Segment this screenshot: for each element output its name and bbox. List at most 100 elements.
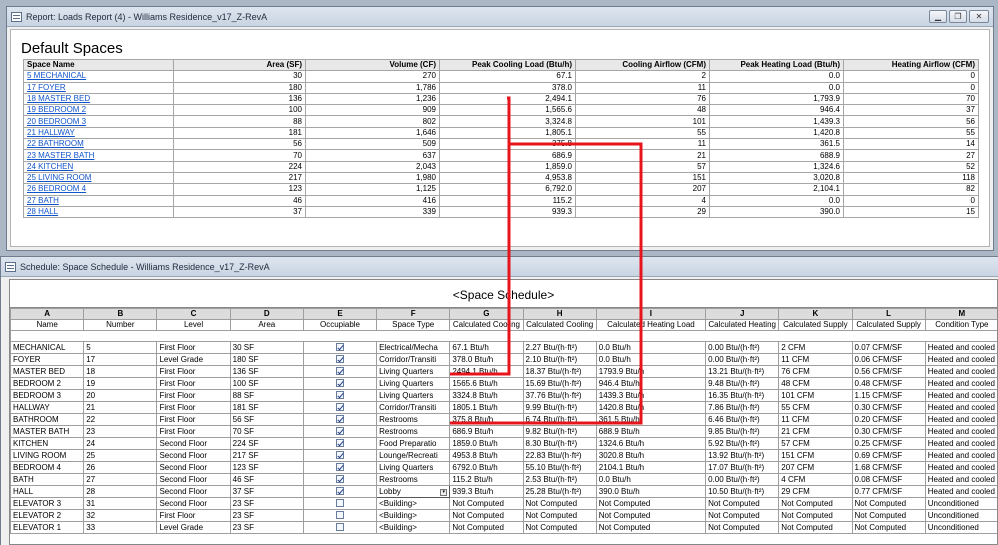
- schedule-cell[interactable]: Not Computed: [705, 497, 780, 510]
- schedule-cell[interactable]: 4953.8 Btu/h: [449, 449, 524, 462]
- schedule-cell[interactable]: Heated and cooled: [924, 449, 997, 462]
- schedule-cell[interactable]: Second Floor: [156, 437, 231, 450]
- schedule-cell[interactable]: 19: [83, 377, 158, 390]
- occupiable-checkbox[interactable]: [335, 487, 344, 496]
- schedule-cell[interactable]: HALL: [10, 485, 85, 498]
- schedule-cell[interactable]: 0.06 CFM/SF: [851, 353, 926, 366]
- schedule-cell[interactable]: Living Quarters: [376, 365, 451, 378]
- space-link[interactable]: 17 FOYER: [27, 83, 66, 92]
- schedule-cell[interactable]: 5.92 Btu/(h·ft²): [705, 437, 780, 450]
- schedule-cell[interactable]: 8.30 Btu/(h·ft²): [522, 437, 597, 450]
- schedule-cell[interactable]: Heated and cooled: [924, 413, 997, 426]
- schedule-cell[interactable]: 115.2 Btu/h: [449, 473, 524, 486]
- schedule-cell[interactable]: KITCHEN: [10, 437, 85, 450]
- schedule-cell[interactable]: 6792.0 Btu/h: [449, 461, 524, 474]
- schedule-cell[interactable]: 0.07 CFM/SF: [851, 341, 926, 354]
- schedule-cell[interactable]: 6.46 Btu/(h·ft²): [705, 413, 780, 426]
- schedule-col-header[interactable]: Area: [229, 319, 304, 331]
- schedule-cell[interactable]: 21: [83, 401, 158, 414]
- schedule-cell[interactable]: 88 SF: [229, 389, 304, 402]
- schedule-cell[interactable]: 0.30 CFM/SF: [851, 425, 926, 438]
- schedule-cell[interactable]: 56 SF: [229, 413, 304, 426]
- schedule-cell[interactable]: Unconditioned: [924, 497, 997, 510]
- space-link[interactable]: 23 MASTER BATH: [27, 151, 94, 160]
- schedule-cell[interactable]: 939.3 Btu/h: [449, 485, 524, 498]
- schedule-cell[interactable]: 22: [83, 413, 158, 426]
- space-link[interactable]: 5 MECHANICAL: [27, 72, 86, 81]
- schedule-cell[interactable]: 26: [83, 461, 158, 474]
- schedule-cell[interactable]: [302, 449, 378, 462]
- schedule-cell[interactable]: 3324.8 Btu/h: [449, 389, 524, 402]
- schedule-cell[interactable]: Second Floor: [156, 449, 231, 462]
- schedule-col-header[interactable]: Name: [10, 319, 85, 331]
- schedule-cell[interactable]: Food Preparatio: [376, 437, 451, 450]
- space-link[interactable]: 21 HALLWAY: [27, 128, 75, 137]
- schedule-col-header[interactable]: Calculated Heating: [705, 319, 780, 331]
- column-letter[interactable]: I: [595, 308, 707, 320]
- schedule-cell[interactable]: Heated and cooled: [924, 473, 997, 486]
- schedule-cell[interactable]: MASTER BED: [10, 365, 85, 378]
- schedule-cell[interactable]: Level Grade: [156, 521, 231, 534]
- schedule-cell[interactable]: 70 SF: [229, 425, 304, 438]
- schedule-cell[interactable]: First Floor: [156, 509, 231, 522]
- schedule-cell[interactable]: 57 CFM: [778, 437, 853, 450]
- schedule-cell[interactable]: Unconditioned: [924, 521, 997, 534]
- schedule-cell[interactable]: Lounge/Recreati: [376, 449, 451, 462]
- schedule-cell[interactable]: 0.30 CFM/SF: [851, 401, 926, 414]
- schedule-cell[interactable]: Restrooms: [376, 413, 451, 426]
- schedule-row[interactable]: ELEVATOR 2 32 First Floor 23 SF <Building> No…: [10, 509, 997, 522]
- schedule-cell[interactable]: 13.21 Btu/(h·ft²): [705, 365, 780, 378]
- schedule-cell[interactable]: <Building>: [376, 497, 451, 510]
- schedule-row[interactable]: BATHROOM 22 First Floor 56 SF Restrooms 375.8…: [10, 413, 997, 426]
- occupiable-checkbox[interactable]: [335, 427, 344, 436]
- schedule-cell[interactable]: Second Floor: [156, 497, 231, 510]
- schedule-cell[interactable]: [302, 521, 378, 534]
- schedule-cell[interactable]: 16.35 Btu/(h·ft²): [705, 389, 780, 402]
- schedule-cell[interactable]: FOYER: [10, 353, 85, 366]
- schedule-cell[interactable]: [302, 413, 378, 426]
- schedule-cell[interactable]: Not Computed: [522, 509, 597, 522]
- schedule-cell[interactable]: Heated and cooled: [924, 485, 997, 498]
- schedule-cell[interactable]: 31: [83, 497, 158, 510]
- schedule-row[interactable]: LIVING ROOM 25 Second Floor 217 SF Lounge/Re…: [10, 449, 997, 462]
- schedule-cell[interactable]: Heated and cooled: [924, 341, 997, 354]
- occupiable-checkbox[interactable]: [335, 439, 344, 448]
- schedule-cell[interactable]: HALLWAY: [10, 401, 85, 414]
- schedule-cell[interactable]: 23 SF: [229, 497, 304, 510]
- schedule-cell[interactable]: 25.28 Btu/(h·ft²): [522, 485, 597, 498]
- column-letter[interactable]: C: [156, 308, 231, 320]
- schedule-cell[interactable]: Second Floor: [156, 485, 231, 498]
- schedule-col-header[interactable]: Calculated Heating Load: [595, 319, 707, 331]
- occupiable-checkbox[interactable]: [335, 343, 344, 352]
- space-link[interactable]: 19 BEDROOM 2: [27, 106, 86, 115]
- schedule-cell[interactable]: 0.00 Btu/(h·ft²): [705, 473, 780, 486]
- schedule-cell[interactable]: 15.69 Btu/(h·ft²): [522, 377, 597, 390]
- column-letter[interactable]: F: [376, 308, 451, 320]
- schedule-cell[interactable]: 9.85 Btu/(h·ft²): [705, 425, 780, 438]
- occupiable-checkbox[interactable]: [335, 367, 344, 376]
- schedule-cell[interactable]: BEDROOM 2: [10, 377, 85, 390]
- schedule-cell[interactable]: [302, 497, 378, 510]
- column-letter[interactable]: K: [778, 308, 853, 320]
- occupiable-checkbox[interactable]: [335, 523, 344, 532]
- schedule-cell[interactable]: First Floor: [156, 341, 231, 354]
- schedule-cell[interactable]: BATH: [10, 473, 85, 486]
- occupiable-checkbox[interactable]: [335, 451, 344, 460]
- schedule-row[interactable]: ELEVATOR 3 31 Second Floor 23 SF <Building> N…: [10, 497, 997, 510]
- schedule-cell[interactable]: [302, 377, 378, 390]
- schedule-cell[interactable]: 1420.8 Btu/h: [595, 401, 707, 414]
- schedule-cell[interactable]: 1793.9 Btu/h: [595, 365, 707, 378]
- schedule-cell[interactable]: 2 CFM: [778, 341, 853, 354]
- schedule-cell[interactable]: 1805.1 Btu/h: [449, 401, 524, 414]
- schedule-cell[interactable]: Heated and cooled: [924, 353, 997, 366]
- schedule-cell[interactable]: 23: [83, 425, 158, 438]
- schedule-col-header[interactable]: Calculated Supply: [778, 319, 853, 331]
- schedule-cell[interactable]: Not Computed: [449, 521, 524, 534]
- schedule-cell[interactable]: 361.5 Btu/h: [595, 413, 707, 426]
- schedule-cell[interactable]: 27: [83, 473, 158, 486]
- schedule-cell[interactable]: <Building>: [376, 521, 451, 534]
- schedule-cell[interactable]: 1565.6 Btu/h: [449, 377, 524, 390]
- schedule-cell[interactable]: 10.50 Btu/(h·ft²): [705, 485, 780, 498]
- schedule-cell[interactable]: Heated and cooled: [924, 437, 997, 450]
- space-link[interactable]: 18 MASTER BED: [27, 94, 90, 103]
